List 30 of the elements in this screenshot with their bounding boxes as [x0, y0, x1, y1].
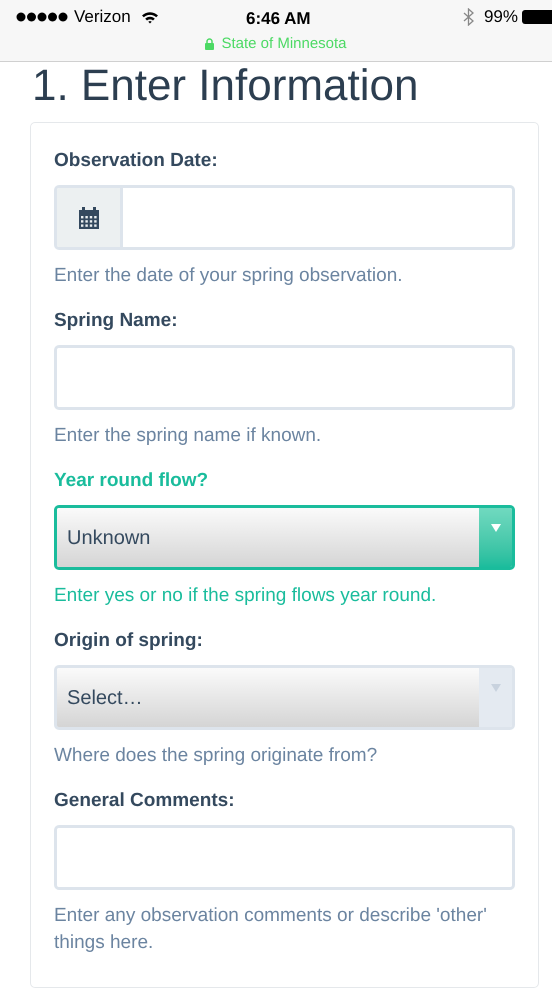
lock-icon	[205, 38, 214, 50]
field-label: Year round flow?	[54, 469, 208, 493]
help-text: Enter yes or no if the spring flows year round.	[54, 584, 438, 608]
page-title: 1. Enter Information	[32, 60, 418, 112]
signal-dots-icon	[16, 12, 68, 22]
bluetooth-icon	[462, 8, 474, 26]
text-input-field[interactable]	[54, 345, 515, 410]
help-text: Enter the spring name if known.	[54, 424, 322, 448]
select-value: Unknown	[67, 526, 150, 550]
help-text: Where does the spring originate from?	[54, 744, 378, 768]
field-label: General Comments:	[54, 789, 235, 813]
help-text: Enter any observation comments or describe 'other' things here.	[54, 904, 488, 955]
field-label: Spring Name:	[54, 309, 178, 333]
dropdown-caret-icon	[490, 524, 500, 532]
field-label: Observation Date:	[54, 149, 218, 173]
select-dropdown[interactable]: Unknown	[54, 505, 515, 570]
wifi-icon	[140, 10, 159, 24]
dropdown-caret-icon	[490, 684, 500, 692]
help-text: Enter the date of your spring observation.	[54, 264, 404, 288]
field-label: Origin of spring:	[54, 629, 203, 653]
site-name: State of Minnesota	[221, 34, 347, 54]
calendar-icon	[78, 206, 98, 228]
battery-percent: 99%	[484, 6, 518, 28]
select-value: Select…	[67, 686, 143, 710]
carrier-name: Verizon	[74, 6, 131, 28]
clock-time: 6:46 AM	[246, 8, 311, 30]
text-input-field[interactable]	[54, 825, 515, 890]
battery-icon	[522, 10, 552, 24]
select-dropdown[interactable]: Select…	[54, 665, 515, 730]
date-input-field[interactable]	[54, 185, 515, 250]
